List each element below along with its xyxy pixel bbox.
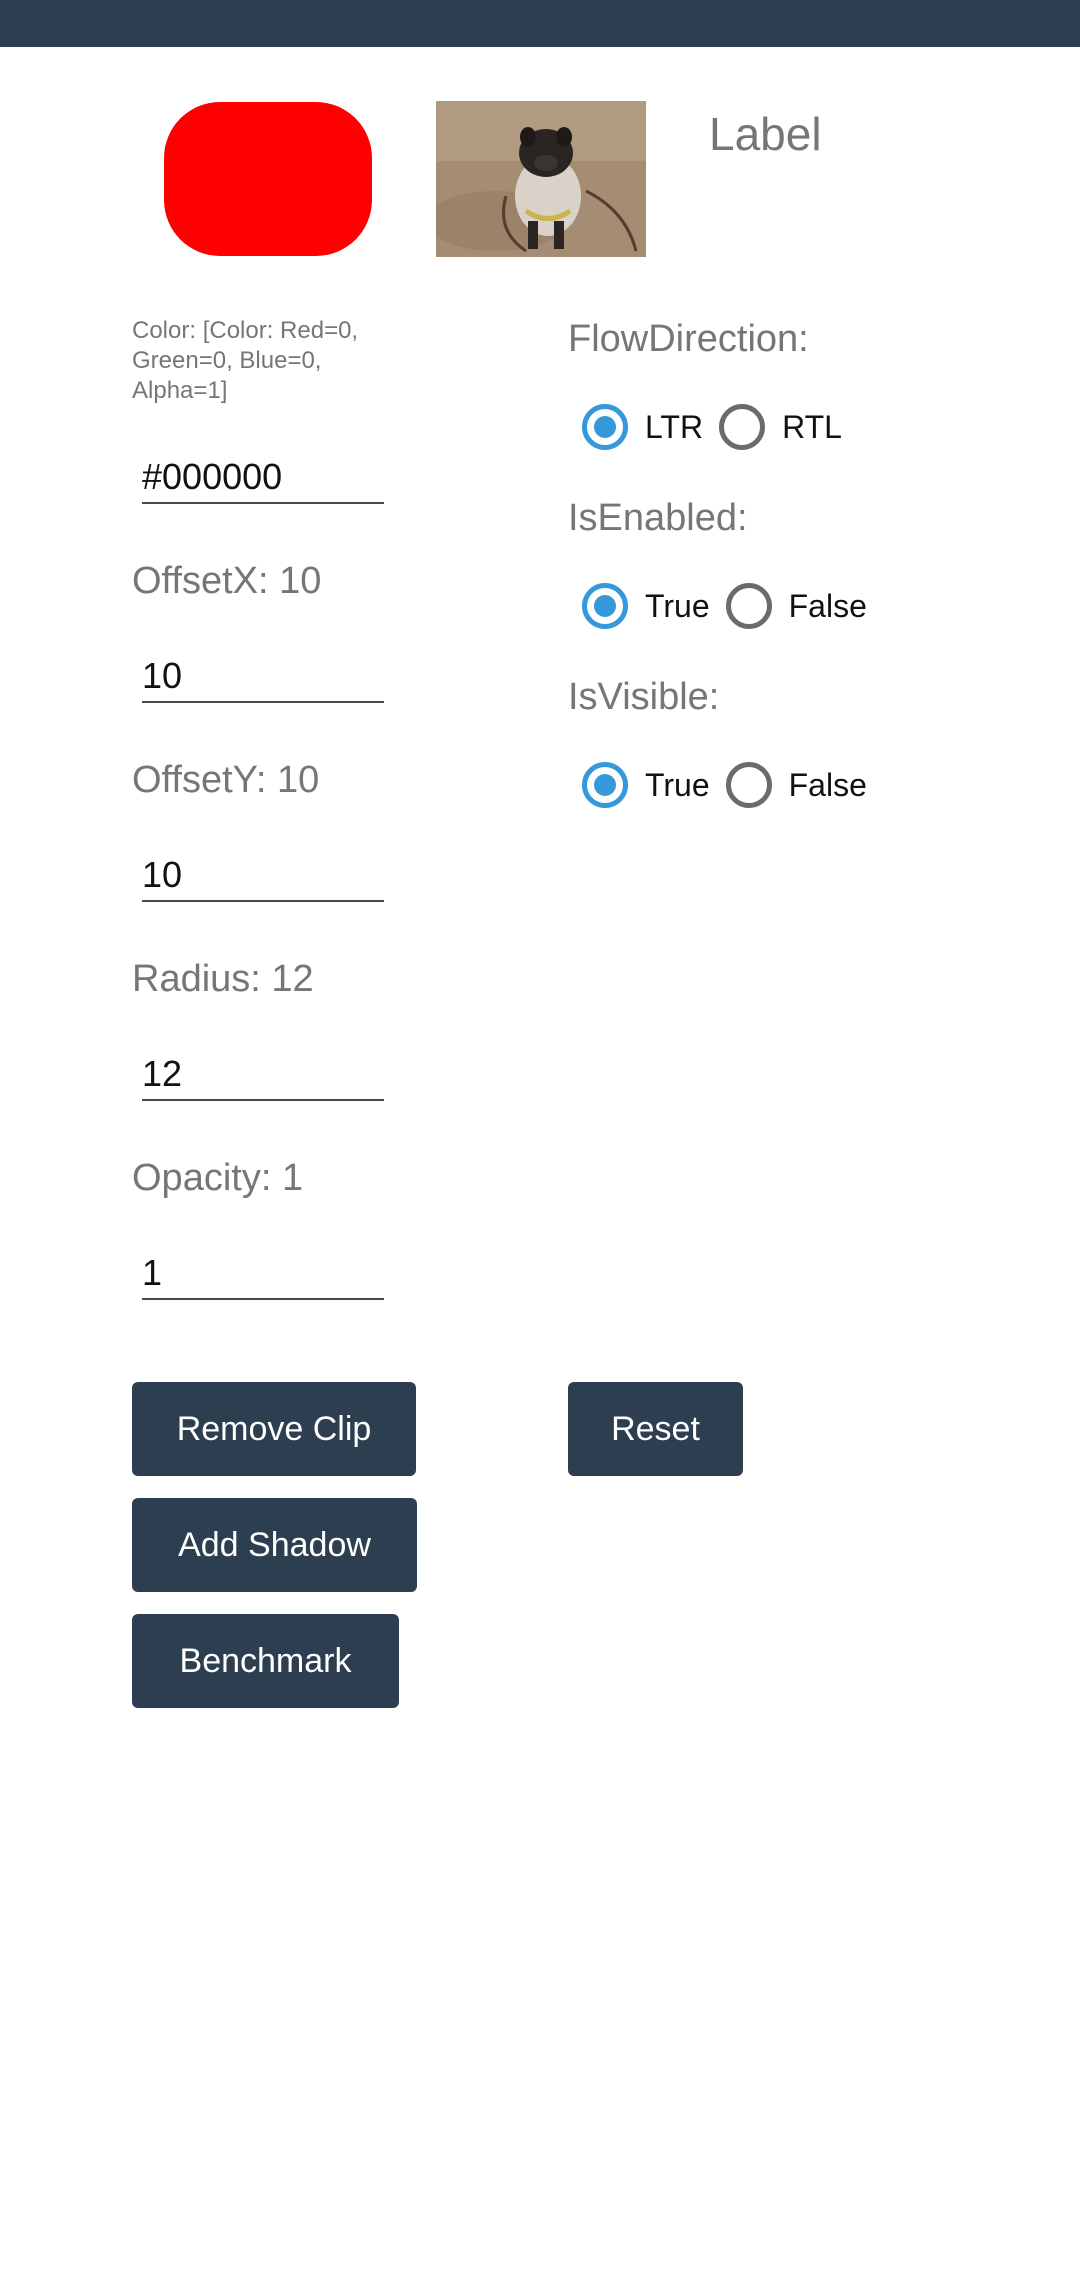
radio-ltr[interactable] bbox=[582, 404, 628, 450]
offset-y-label: OffsetY: 10 bbox=[132, 759, 320, 801]
is-visible-label: IsVisible: bbox=[568, 676, 720, 718]
is-enabled-label: IsEnabled: bbox=[568, 497, 748, 539]
radio-enabled-false[interactable] bbox=[725, 583, 772, 629]
offset-x-input[interactable] bbox=[142, 651, 384, 703]
flow-direction-radio-group: LTR RTL bbox=[582, 399, 858, 455]
radio-enabled-false-label: False bbox=[788, 587, 867, 624]
opacity-input[interactable] bbox=[142, 1248, 384, 1300]
opacity-label: Opacity: 1 bbox=[132, 1157, 304, 1199]
is-visible-radio-group: True False bbox=[582, 757, 883, 813]
color-info-text: Color: [Color: Red=0, Green=0, Blue=0, A… bbox=[132, 317, 359, 404]
pug-photo bbox=[436, 101, 646, 257]
radio-enabled-true-label: True bbox=[645, 587, 710, 624]
offset-y-input[interactable] bbox=[142, 850, 384, 902]
radius-label: Radius: 12 bbox=[132, 958, 314, 1000]
flow-direction-label: FlowDirection: bbox=[568, 318, 809, 360]
radio-ltr-label: LTR bbox=[645, 408, 704, 445]
is-enabled-radio-group: True False bbox=[582, 578, 883, 634]
radio-rtl[interactable] bbox=[719, 404, 766, 450]
offset-x-label: OffsetX: 10 bbox=[132, 560, 322, 602]
clipped-shape-preview bbox=[164, 102, 372, 256]
reset-button[interactable]: Reset bbox=[568, 1382, 743, 1476]
benchmark-button[interactable]: Benchmark bbox=[132, 1614, 399, 1708]
radio-visible-false[interactable] bbox=[725, 762, 772, 808]
radio-visible-true[interactable] bbox=[582, 762, 628, 808]
remove-clip-button[interactable]: Remove Clip bbox=[132, 1382, 416, 1476]
radio-visible-false-label: False bbox=[788, 766, 867, 803]
radio-visible-true-label: True bbox=[645, 766, 710, 803]
radio-enabled-true[interactable] bbox=[582, 583, 628, 629]
status-bar bbox=[0, 0, 1080, 47]
add-shadow-button[interactable]: Add Shadow bbox=[132, 1498, 417, 1592]
radius-input[interactable] bbox=[142, 1049, 384, 1101]
preview-label: Label bbox=[709, 108, 822, 160]
color-input[interactable] bbox=[142, 452, 384, 504]
radio-rtl-label: RTL bbox=[782, 408, 842, 445]
